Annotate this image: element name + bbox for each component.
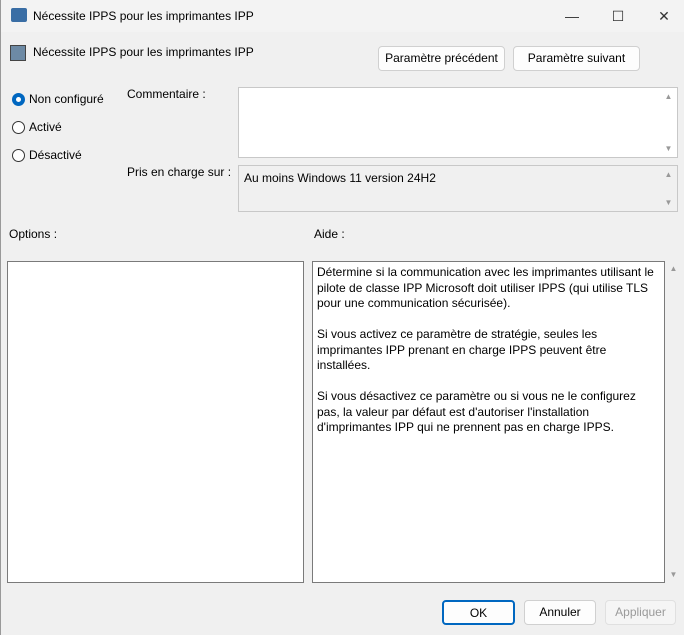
- previous-setting-button[interactable]: Paramètre précédent: [378, 46, 505, 71]
- scroll-down-icon[interactable]: ▼: [666, 570, 681, 579]
- maximize-button[interactable]: ☐: [595, 0, 641, 32]
- window-title: Nécessite IPPS pour les imprimantes IPP: [33, 9, 254, 23]
- radio-label-disabled[interactable]: Désactivé: [29, 148, 82, 162]
- scroll-up-icon[interactable]: ▲: [666, 264, 681, 273]
- scroll-up-icon[interactable]: ▲: [661, 170, 676, 179]
- options-panel: [7, 261, 304, 583]
- close-button[interactable]: ✕: [641, 0, 684, 32]
- app-icon: [11, 8, 27, 22]
- scroll-down-icon[interactable]: ▼: [661, 144, 676, 153]
- radio-label-enabled[interactable]: Activé: [29, 120, 62, 134]
- radio-not-configured[interactable]: [12, 93, 25, 106]
- comment-input[interactable]: [238, 87, 678, 158]
- comment-label: Commentaire :: [127, 87, 206, 101]
- supported-field: Au moins Windows 11 version 24H2: [238, 165, 678, 212]
- options-label: Options :: [9, 227, 58, 241]
- help-text: Détermine si la communication avec les i…: [317, 265, 654, 434]
- help-label: Aide :: [314, 227, 345, 241]
- help-panel: Détermine si la communication avec les i…: [312, 261, 665, 583]
- cancel-button[interactable]: Annuler: [524, 600, 596, 625]
- minimize-button[interactable]: —: [549, 0, 595, 32]
- supported-value: Au moins Windows 11 version 24H2: [244, 171, 436, 185]
- policy-icon: [10, 45, 26, 61]
- ok-button[interactable]: OK: [442, 600, 515, 625]
- policy-name: Nécessite IPPS pour les imprimantes IPP: [33, 45, 254, 59]
- radio-label-not-configured[interactable]: Non configuré: [29, 92, 104, 106]
- radio-disabled[interactable]: [12, 149, 25, 162]
- next-setting-button[interactable]: Paramètre suivant: [513, 46, 640, 71]
- apply-button[interactable]: Appliquer: [605, 600, 676, 625]
- radio-enabled[interactable]: [12, 121, 25, 134]
- scroll-down-icon[interactable]: ▼: [661, 198, 676, 207]
- supported-label: Pris en charge sur :: [127, 165, 232, 179]
- scroll-up-icon[interactable]: ▲: [661, 92, 676, 101]
